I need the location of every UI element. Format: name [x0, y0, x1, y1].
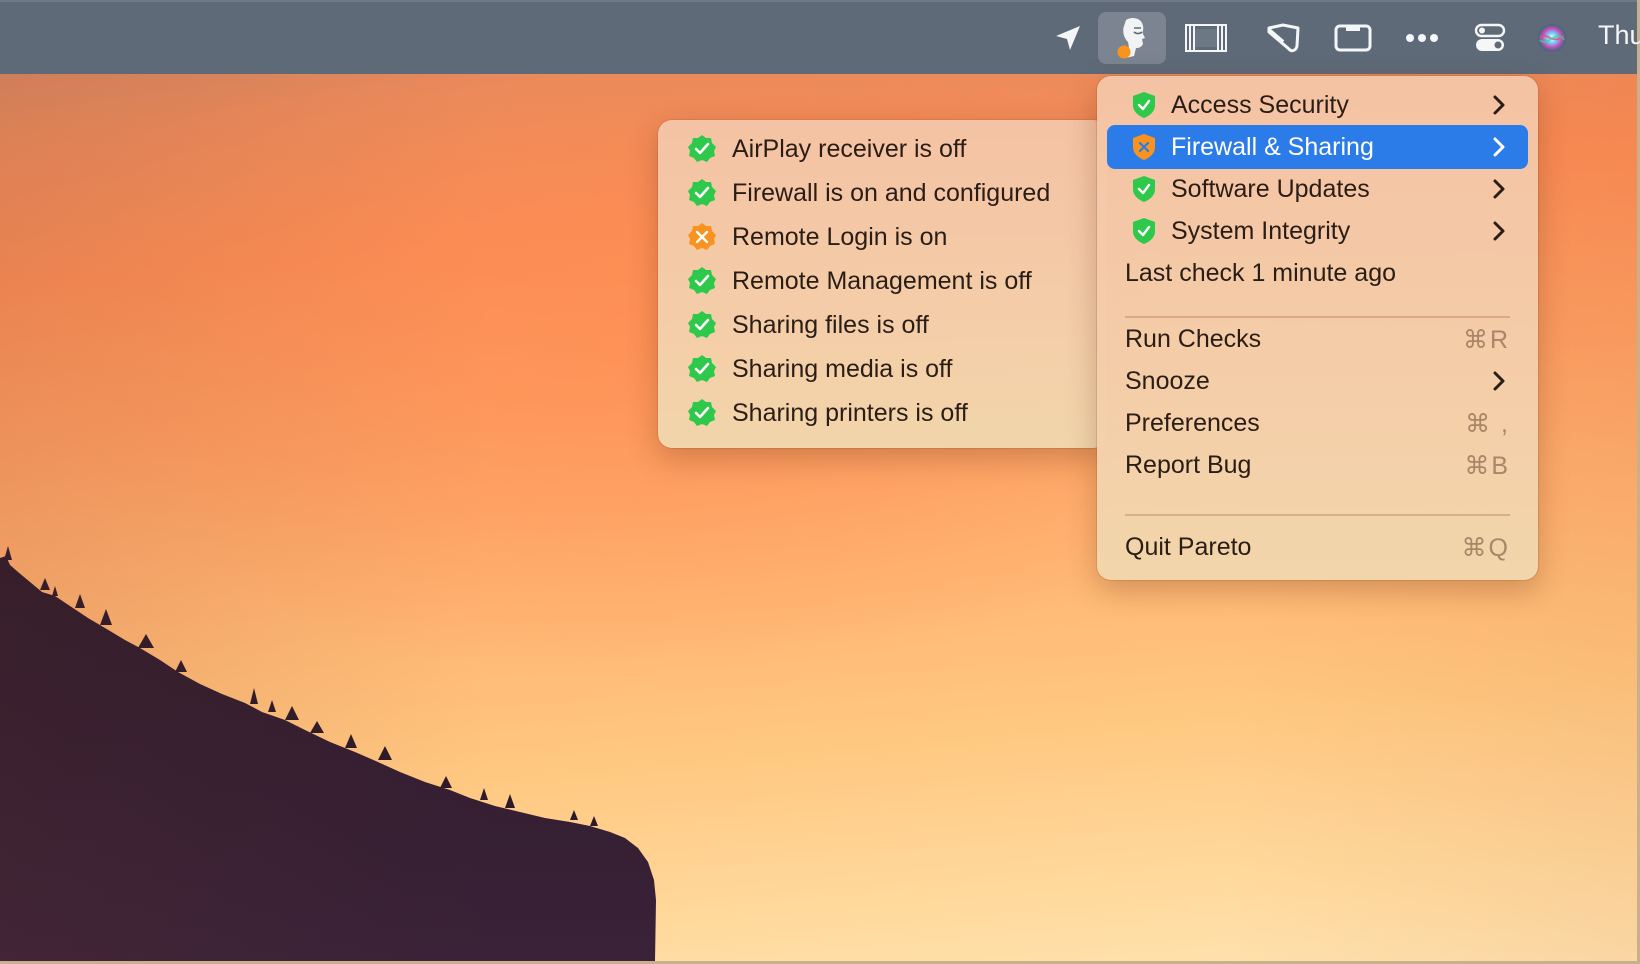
firewall-sharing-submenu: AirPlay receiver is off Firewall is on a…	[658, 120, 1107, 448]
menu-item-access-security[interactable]: Access Security	[1107, 83, 1528, 127]
submenu-item[interactable]: Sharing printers is off	[658, 391, 1107, 435]
window-tab-icon[interactable]	[1325, 12, 1381, 64]
shortcut-label: ⌘R	[1462, 326, 1510, 354]
menu-item-quit[interactable]: Quit Pareto ⌘Q	[1107, 525, 1528, 569]
shortcut-label: ⌘Q	[1461, 534, 1510, 562]
shield-check-icon	[1127, 216, 1161, 246]
menu-item-snooze[interactable]: Snooze	[1107, 359, 1528, 403]
menu-item-report-bug[interactable]: Report Bug ⌘B	[1107, 443, 1528, 487]
submenu-item[interactable]: AirPlay receiver is off	[658, 127, 1107, 171]
check-badge-icon	[686, 133, 718, 165]
menu-separator	[1125, 514, 1510, 516]
menu-item-firewall-sharing[interactable]: Firewall & Sharing	[1107, 125, 1528, 169]
chevron-right-icon	[1493, 221, 1505, 241]
submenu-item[interactable]: Sharing files is off	[658, 303, 1107, 347]
menu-item-run-checks[interactable]: Run Checks ⌘R	[1107, 317, 1528, 361]
menu-item-software-updates[interactable]: Software Updates	[1107, 167, 1528, 211]
pareto-security-icon[interactable]	[1098, 12, 1166, 64]
pareto-status-badge	[1117, 45, 1131, 59]
chevron-right-icon	[1493, 179, 1505, 199]
menu-item-system-integrity[interactable]: System Integrity	[1107, 209, 1528, 253]
window-frame-icon[interactable]	[1178, 12, 1234, 64]
siri-icon[interactable]	[1524, 12, 1580, 64]
check-badge-icon	[686, 397, 718, 429]
check-badge-icon	[686, 265, 718, 297]
control-center-icon[interactable]	[1462, 12, 1518, 64]
shield-warning-icon	[1127, 132, 1161, 162]
shield-check-icon	[1127, 90, 1161, 120]
menu-item-preferences[interactable]: Preferences ⌘ ,	[1107, 401, 1528, 445]
chevron-right-icon	[1493, 137, 1505, 157]
shortcut-label: ⌘ ,	[1465, 410, 1510, 438]
check-badge-icon	[686, 177, 718, 209]
chevron-right-icon	[1493, 371, 1505, 391]
submenu-item[interactable]: Sharing media is off	[658, 347, 1107, 391]
tag-shape-icon[interactable]	[1255, 12, 1311, 64]
submenu-item[interactable]: Firewall is on and configured	[658, 171, 1107, 215]
shortcut-label: ⌘B	[1464, 452, 1510, 480]
menubar-clock[interactable]: Thu	[1598, 20, 1640, 51]
more-dots-icon[interactable]	[1394, 12, 1450, 64]
submenu-item[interactable]: Remote Management is off	[658, 259, 1107, 303]
chevron-right-icon	[1493, 95, 1505, 115]
location-arrow-icon[interactable]	[1040, 12, 1096, 64]
shield-check-icon	[1127, 174, 1161, 204]
check-badge-icon	[686, 353, 718, 385]
menu-bar: Thu	[0, 0, 1640, 74]
last-check-status: Last check 1 minute ago	[1125, 258, 1396, 287]
pareto-main-menu: Access Security Firewall & Sharing Softw…	[1097, 76, 1538, 580]
check-badge-icon	[686, 309, 718, 341]
submenu-item[interactable]: Remote Login is on	[658, 215, 1107, 259]
warning-badge-icon	[686, 221, 718, 253]
